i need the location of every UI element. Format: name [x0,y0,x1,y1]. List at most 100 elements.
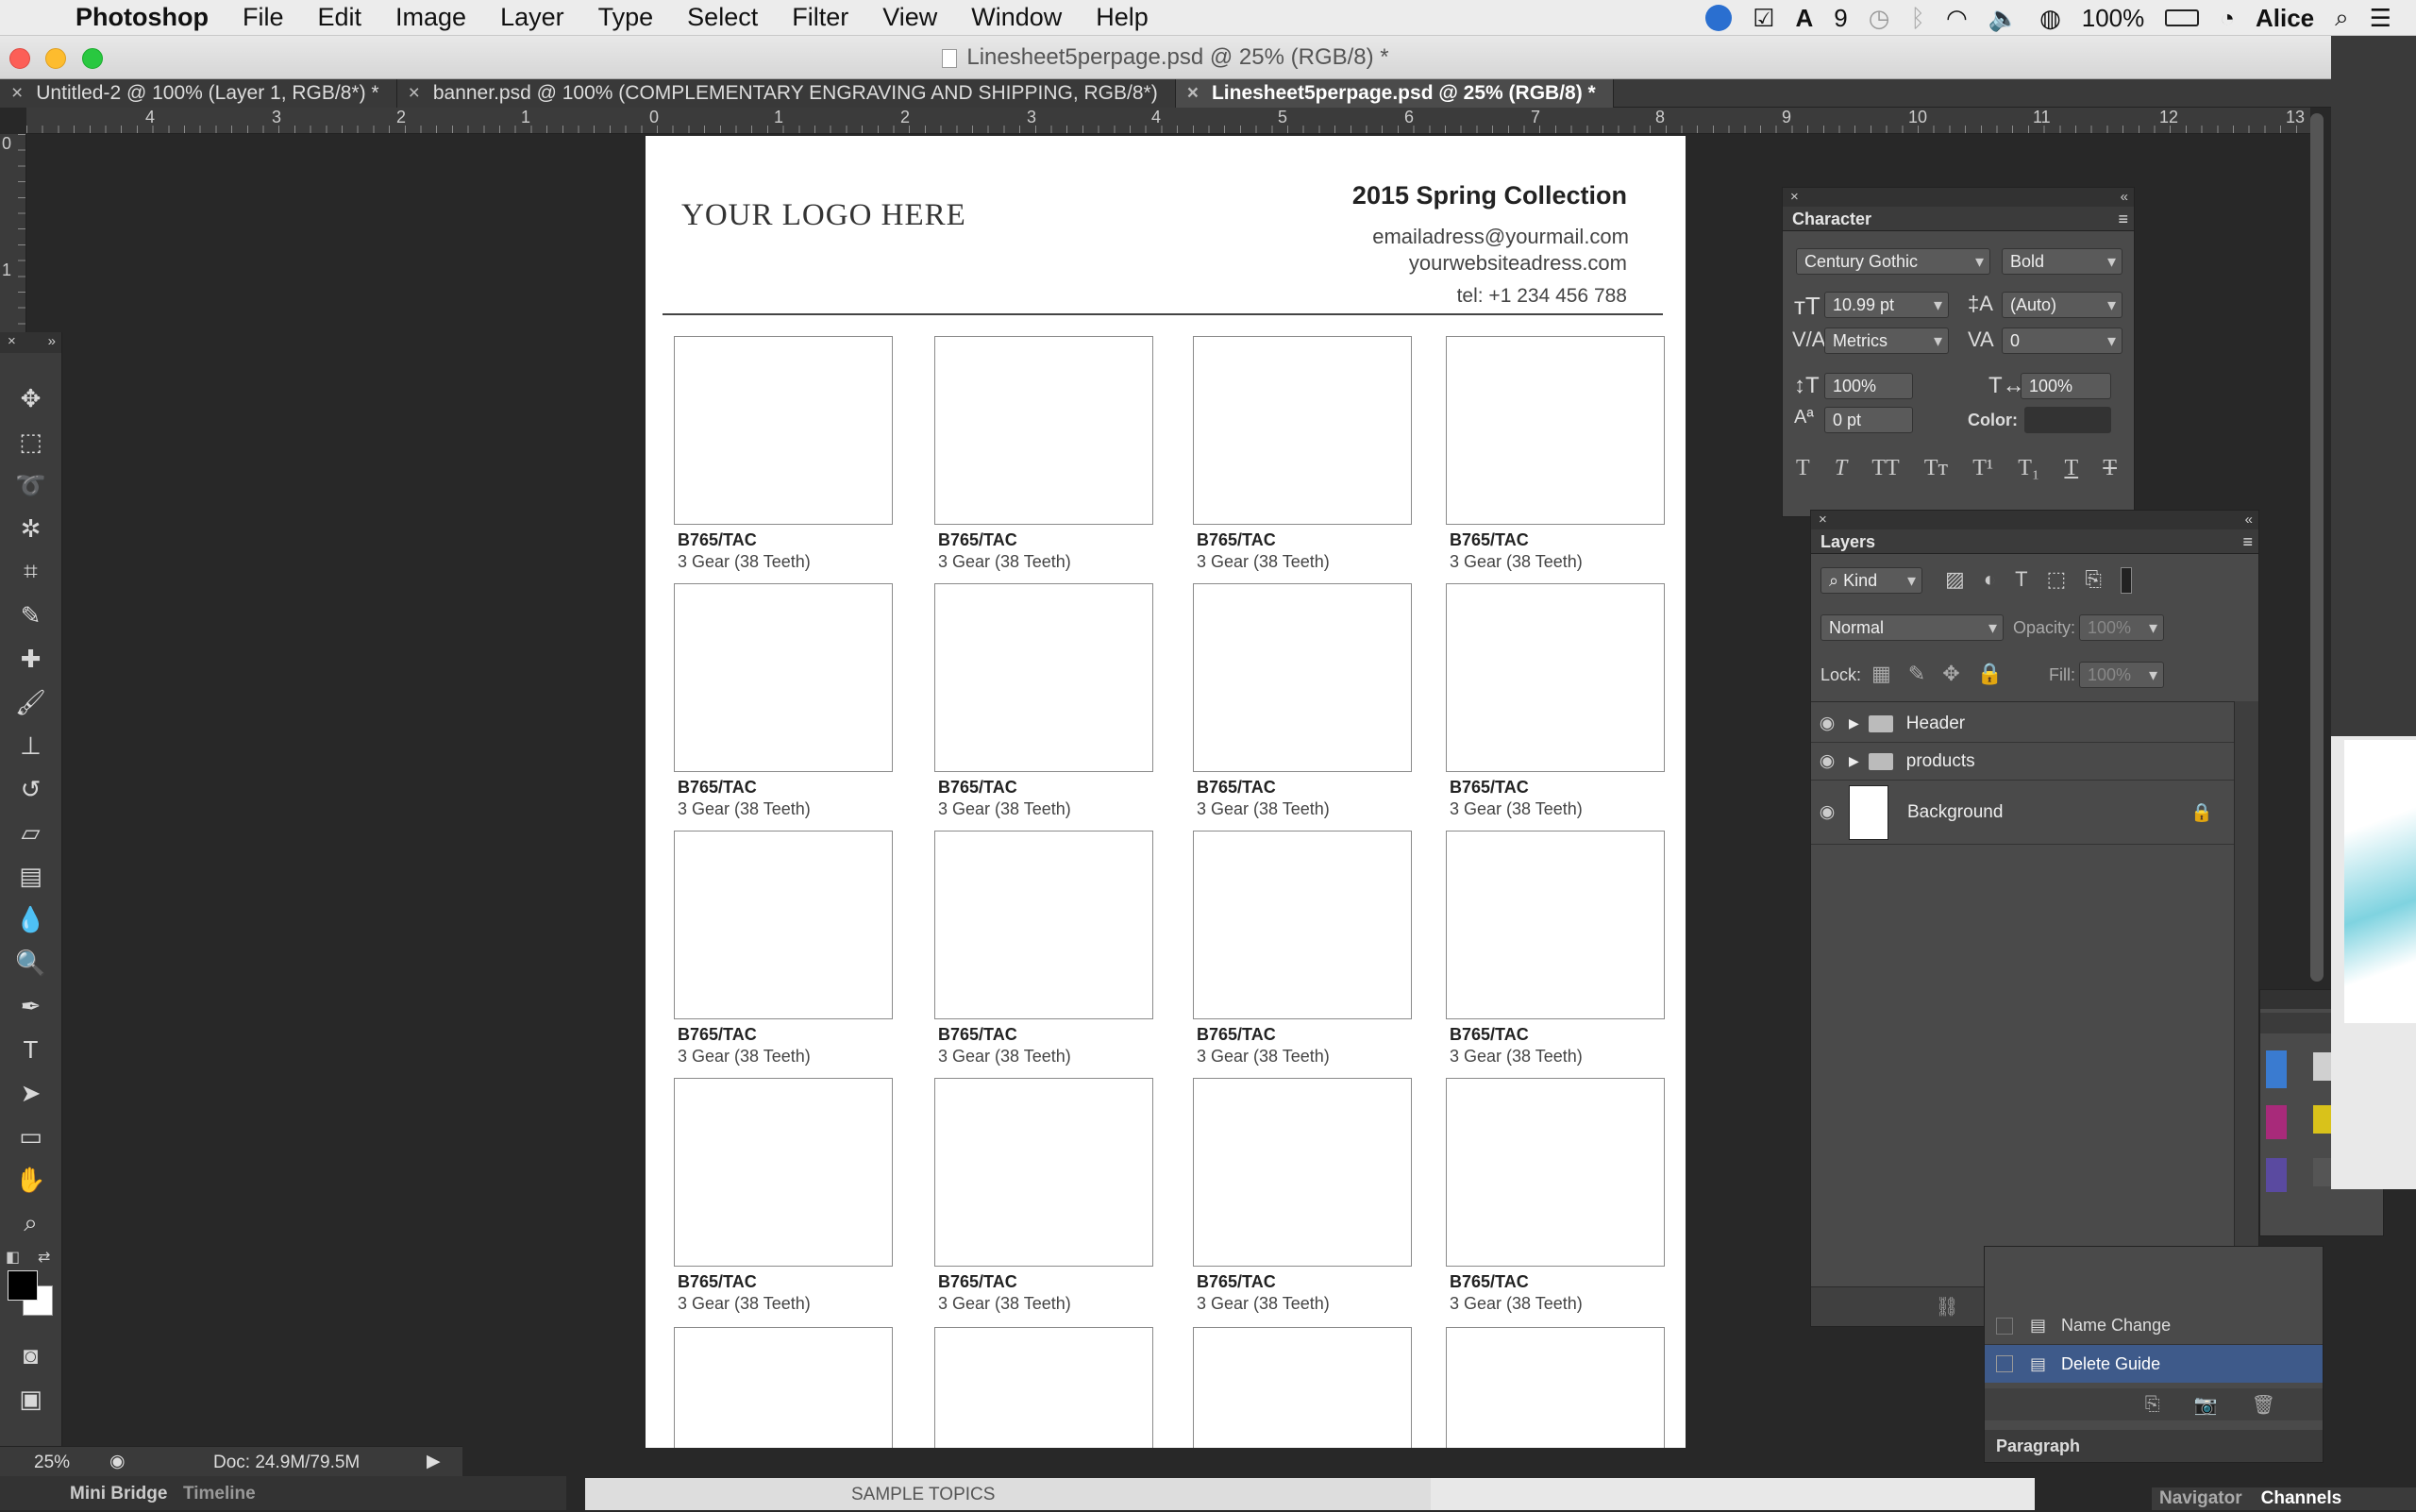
volume-icon[interactable]: 🔈 [1988,4,2019,33]
collapse-icon[interactable]: » [48,332,56,351]
notification-center-icon[interactable]: ☰ [2370,4,2391,33]
character-panel-title[interactable]: Character ≡ [1783,207,2134,231]
delete-state-icon[interactable]: 🗑 [2252,1393,2275,1417]
expand-arrow-icon[interactable]: ▶ [1849,715,1859,731]
user-name[interactable]: Alice [2256,4,2314,33]
swap-colors-icon[interactable]: ⇄ [38,1248,50,1267]
visibility-eye-icon[interactable]: ◉ [1811,713,1843,734]
close-window-button[interactable] [9,48,30,69]
path-selection-tool-icon[interactable]: ➤ [10,1074,52,1112]
tab-mini-bridge[interactable]: Mini Bridge [70,1484,167,1504]
crop-tool-icon[interactable]: ⌗ [10,553,52,591]
filter-smart-object-icon[interactable]: ⎘ [2085,567,2102,594]
evernote-icon[interactable] [1705,5,1733,31]
snapshot-icon[interactable]: 📷 [2194,1393,2218,1417]
horizontal-scale-input[interactable]: 100% [2021,373,2111,399]
magic-wand-tool-icon[interactable]: ✲ [10,510,52,547]
lock-pixels-icon[interactable]: ✎ [1908,662,1925,686]
screen-mode-icon[interactable]: ▣ [10,1380,52,1418]
healing-brush-tool-icon[interactable]: ✚ [10,640,52,678]
menu-layer[interactable]: Layer [483,3,581,32]
leading-input[interactable]: (Auto) [2002,292,2122,318]
kerning-select[interactable]: Metrics [1824,328,1949,354]
close-icon[interactable]: × [1819,512,1827,528]
superscript-icon[interactable]: T¹ [1972,456,1993,481]
layers-scrollbar[interactable] [2234,701,2258,1296]
menu-type[interactable]: Type [581,3,671,32]
faux-italic-icon[interactable]: T [1835,456,1847,481]
blend-mode-select[interactable]: Normal [1820,614,2004,641]
status-info-icon[interactable]: ◉ [109,1451,126,1472]
gradient-tool-icon[interactable]: ▤ [10,857,52,895]
font-style-select[interactable]: Bold [2002,248,2122,275]
underline-icon[interactable]: T [2064,456,2078,481]
dodge-tool-icon[interactable]: 🔍 [10,944,52,982]
layer-row-background[interactable]: ◉ Background 🔒 [1811,781,2234,845]
filter-pixel-icon[interactable]: ▨ [1945,567,1965,594]
menu-image[interactable]: Image [378,3,483,32]
tab-timeline[interactable]: Timeline [183,1484,256,1504]
vertical-scale-input[interactable]: 100% [1824,373,1913,399]
history-item-selected[interactable]: ▤ Delete Guide [1985,1345,2323,1383]
paragraph-panel-tab[interactable]: Paragraph [1985,1430,2323,1462]
hand-tool-icon[interactable]: ✋ [10,1161,52,1199]
bluetooth-icon[interactable]: ᛒ [1910,4,1925,33]
panel-menu-icon[interactable]: ≡ [2118,207,2128,231]
blur-tool-icon[interactable]: 💧 [10,900,52,938]
clock-icon[interactable]: ◔ [2220,4,2235,33]
menu-file[interactable]: File [226,3,301,32]
history-brush-tool-icon[interactable]: ↺ [10,770,52,808]
menu-help[interactable]: Help [1079,3,1166,32]
history-checkbox[interactable] [1996,1317,2013,1335]
tab-navigator[interactable]: Navigator [2159,1487,2242,1510]
new-document-from-state-icon[interactable]: ⎘ [2145,1394,2160,1416]
quick-mask-icon[interactable]: ◙ [10,1336,52,1374]
style-swatch[interactable] [2266,1050,2287,1088]
pen-tool-icon[interactable]: ✒ [10,987,52,1025]
menu-filter[interactable]: Filter [775,3,865,32]
filter-shape-icon[interactable]: ⬚ [2047,567,2067,594]
wifi-icon[interactable]: ◠ [1946,4,1968,33]
spotlight-search-icon[interactable]: ⌕ [2335,3,2349,33]
clone-stamp-tool-icon[interactable]: ⊥ [10,727,52,764]
collapse-icon[interactable]: « [2245,511,2253,529]
menu-edit[interactable]: Edit [301,3,379,32]
battery-icon[interactable] [2165,9,2200,26]
time-machine-icon[interactable]: ◷ [1869,4,1890,33]
brush-tool-icon[interactable]: 🖌 [10,683,52,721]
eraser-tool-icon[interactable]: ▱ [10,814,52,851]
character-panel-header[interactable]: × « [1783,188,2134,207]
default-colors-icon[interactable]: ◧ [6,1248,20,1267]
font-size-input[interactable]: 10.99 pt [1824,292,1949,318]
strikethrough-icon[interactable]: T [2103,456,2117,481]
tab-untitled-2[interactable]: × Untitled-2 @ 100% (Layer 1, RGB/8*) * [0,79,397,108]
fill-input[interactable]: 100% [2079,662,2164,688]
layer-name[interactable]: Background [1907,802,2003,823]
rectangle-tool-icon[interactable]: ▭ [10,1117,52,1155]
checkmark-icon[interactable]: ☑ [1753,4,1774,33]
eyedropper-tool-icon[interactable]: ✎ [10,596,52,634]
lasso-tool-icon[interactable]: ➰ [10,466,52,504]
zoom-level[interactable]: 25% [34,1453,70,1473]
marquee-tool-icon[interactable]: ⬚ [10,423,52,461]
layer-name[interactable]: Header [1906,714,1965,734]
foreground-color-swatch[interactable] [8,1270,38,1301]
style-swatch[interactable] [2266,1105,2287,1139]
lock-all-icon[interactable]: 🔒 [1977,662,2003,686]
menu-select[interactable]: Select [670,3,775,32]
visibility-eye-icon[interactable]: ◉ [1811,750,1843,772]
menu-view[interactable]: View [865,3,954,32]
adobe-icon[interactable]: A [1795,4,1813,33]
tab-banner[interactable]: × banner.psd @ 100% (COMPLEMENTARY ENGRAV… [396,79,1176,108]
expand-arrow-icon[interactable]: ▶ [1849,753,1859,769]
minimize-window-button[interactable] [45,48,66,69]
font-family-select[interactable]: Century Gothic [1796,248,1990,275]
document-canvas[interactable]: YOUR LOGO HERE 2015 Spring Collection em… [646,136,1686,1448]
tracking-select[interactable]: 0 [2002,328,2122,354]
close-icon[interactable]: × [1790,189,1799,205]
visibility-eye-icon[interactable]: ◉ [1811,801,1843,823]
layer-name[interactable]: products [1906,751,1975,772]
app-menu[interactable]: Photoshop [57,3,226,32]
filter-type-icon[interactable]: T [2015,567,2027,594]
status-menu-arrow-icon[interactable]: ▶ [427,1451,441,1472]
